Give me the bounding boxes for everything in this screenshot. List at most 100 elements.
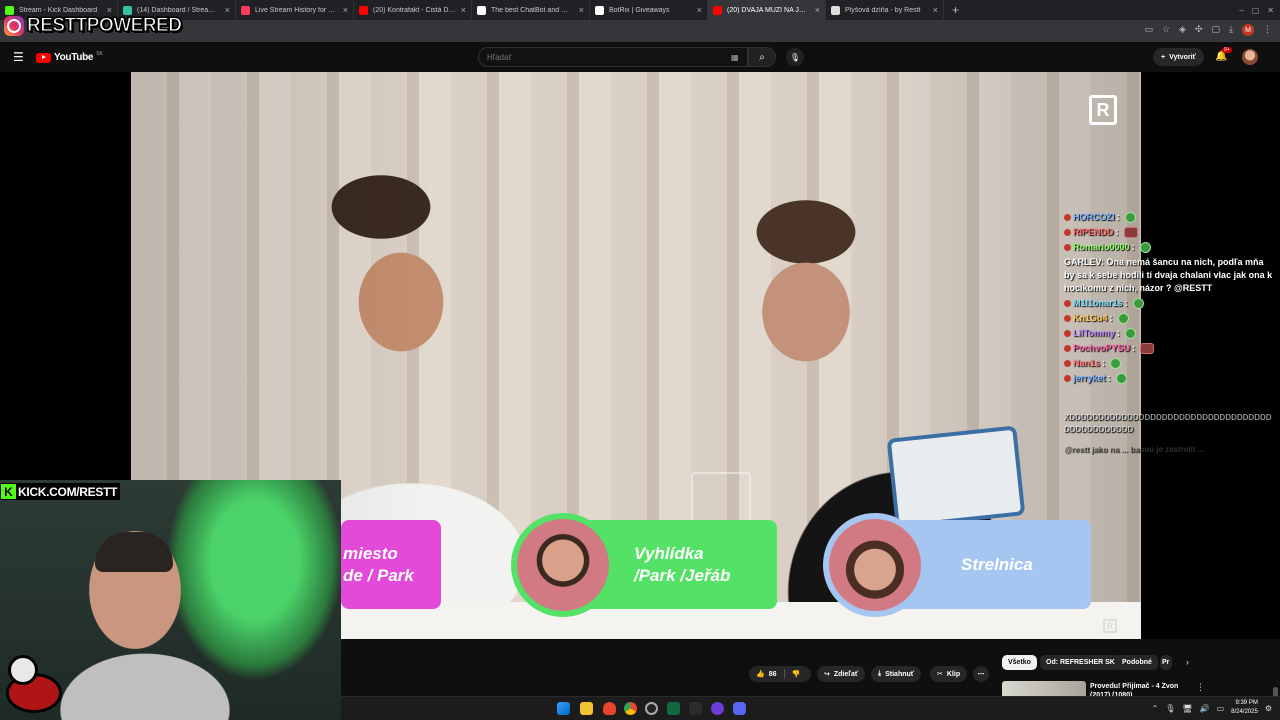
cast-icon[interactable]: ▭ bbox=[1144, 24, 1153, 36]
chat-emote-icon bbox=[1123, 227, 1138, 238]
tab-close-icon[interactable]: × bbox=[933, 5, 938, 15]
browser-tab[interactable]: (20) Kontrafakt - Čistá Duša × bbox=[354, 0, 472, 20]
clip-label: Klip bbox=[946, 670, 961, 678]
maximize-icon[interactable]: ▢ bbox=[1252, 6, 1260, 15]
instagram-icon bbox=[4, 16, 24, 36]
download-button[interactable]: ⤓ Stiahnuť bbox=[871, 666, 922, 682]
battery-icon[interactable]: ▭ bbox=[1217, 704, 1225, 713]
tab-close-icon[interactable]: × bbox=[107, 5, 112, 15]
volume-icon[interactable]: 🔊 bbox=[1200, 704, 1210, 713]
clip-button[interactable]: ✂ Klip bbox=[930, 666, 968, 682]
tab-favicon-icon bbox=[595, 5, 604, 15]
chat-badge-icon bbox=[1064, 244, 1071, 251]
chrome-icon[interactable] bbox=[624, 702, 637, 715]
new-tab-icon[interactable]: + bbox=[944, 3, 967, 17]
chat-spam-message: XDDDDDDDDDDDDDDDDDDDDDDDDDDDDDDDDDDDDDDD… bbox=[1064, 413, 1272, 434]
plus-icon: + bbox=[1161, 53, 1166, 61]
chat-line: Nan1s: bbox=[1064, 356, 1276, 371]
thumbs-down-icon[interactable]: 👎 bbox=[792, 670, 801, 678]
sidebar-icon[interactable]: ▢ bbox=[1212, 24, 1221, 36]
brave-browser-icon[interactable] bbox=[603, 702, 616, 715]
more-actions-button[interactable]: ⋯ bbox=[973, 666, 989, 682]
voice-search-button[interactable]: 🎙 bbox=[786, 48, 804, 66]
share-button[interactable]: ↪ Zdieľať bbox=[817, 666, 866, 682]
kebab-menu-icon[interactable]: ⋮ bbox=[1196, 682, 1205, 693]
tab-favicon-icon bbox=[831, 5, 840, 15]
tab-title: Plyšová dzíňa - by Restt bbox=[845, 6, 921, 14]
stream-overlay-brand: RESTTPOWERED bbox=[4, 15, 182, 37]
mascot-icon bbox=[2, 655, 64, 717]
window-controls: – ▢ ✕ bbox=[1239, 0, 1274, 20]
profile-avatar[interactable]: M bbox=[1242, 24, 1254, 36]
menu-icon[interactable]: ☰ bbox=[13, 50, 24, 64]
download-label: Stiahnuť bbox=[885, 670, 915, 678]
extensions-puzzle-icon[interactable]: ✣ bbox=[1195, 24, 1203, 36]
contestant-portrait bbox=[823, 513, 927, 617]
chip-all[interactable]: Všetko bbox=[1002, 655, 1037, 670]
app-icon[interactable] bbox=[711, 702, 724, 715]
more-icon: ⋯ bbox=[977, 671, 985, 678]
chat-username: Romario0000 bbox=[1073, 242, 1130, 252]
chat-line: PochvoPYSU: bbox=[1064, 341, 1276, 356]
chip-similar[interactable]: Podobné bbox=[1116, 655, 1158, 670]
minimize-icon[interactable]: – bbox=[1239, 6, 1243, 15]
youtube-logo[interactable]: YouTube SK bbox=[36, 51, 103, 63]
app-icon[interactable] bbox=[689, 702, 702, 715]
address-bar[interactable]: A-bSB ▭ ☆ ◈ ✣ ▢ ⤓ M ⋮ bbox=[0, 20, 1280, 42]
tab-close-icon[interactable]: × bbox=[343, 5, 348, 15]
tab-close-icon[interactable]: × bbox=[697, 5, 702, 15]
thumbs-up-icon[interactable]: 👍 bbox=[756, 670, 765, 678]
extension-icon[interactable]: ◈ bbox=[1179, 24, 1186, 36]
bookmark-star-icon[interactable]: ☆ bbox=[1162, 24, 1170, 36]
network-icon[interactable]: 🖥 bbox=[1182, 704, 1192, 713]
chip-more[interactable]: Pr bbox=[1160, 655, 1172, 670]
streamer-webcam: K KICK.COM/RESTT bbox=[0, 480, 341, 720]
video-tablet-prop bbox=[886, 425, 1026, 529]
chat-separator: : bbox=[1132, 343, 1136, 353]
location-card-line: miesto bbox=[343, 543, 398, 563]
search-button[interactable]: ⌕ bbox=[748, 47, 776, 67]
search-input[interactable] bbox=[478, 47, 748, 67]
tab-favicon-icon bbox=[477, 5, 486, 15]
chat-emote-icon bbox=[1115, 373, 1127, 384]
browser-tab[interactable]: Plyšová dzíňa - by Restt × bbox=[826, 0, 944, 20]
tab-favicon-icon bbox=[241, 5, 250, 15]
browser-tab[interactable]: (20) DVAJA MUŽI NA JEDNU × bbox=[708, 0, 826, 20]
file-explorer-icon[interactable] bbox=[580, 702, 593, 715]
account-avatar[interactable] bbox=[1242, 49, 1258, 65]
download-icon[interactable]: ⤓ bbox=[1229, 24, 1233, 36]
chat-line: Romario0000: bbox=[1064, 240, 1276, 255]
browser-tab[interactable]: Live Stream History for Blerp × bbox=[236, 0, 354, 20]
discord-icon[interactable] bbox=[733, 702, 746, 715]
chevron-up-icon[interactable]: ⌃ bbox=[1152, 704, 1159, 713]
tab-close-icon[interactable]: × bbox=[225, 5, 230, 15]
close-window-icon[interactable]: ✕ bbox=[1267, 6, 1274, 15]
chat-badge-icon bbox=[1064, 214, 1071, 221]
keyboard-icon[interactable]: ▦ bbox=[731, 53, 739, 62]
channel-watermark-icon[interactable]: R bbox=[1089, 95, 1117, 125]
browser-tab[interactable]: BotRix | Giveaways × bbox=[590, 0, 708, 20]
streamlabs-icon[interactable] bbox=[667, 702, 680, 715]
browser-tab[interactable]: The best ChatBot and Widgets × bbox=[472, 0, 590, 20]
tab-close-icon[interactable]: × bbox=[579, 5, 584, 15]
browser-menu-icon[interactable]: ⋮ bbox=[1263, 24, 1272, 36]
notification-center-icon[interactable]: ⚙ bbox=[1265, 704, 1272, 713]
youtube-wordmark: YouTube bbox=[54, 52, 94, 63]
microphone-tray-icon[interactable]: 🎙 bbox=[1165, 704, 1175, 713]
create-button[interactable]: + Vytvoriť bbox=[1153, 48, 1204, 66]
chat-username: GARLEV bbox=[1064, 257, 1102, 267]
tab-close-icon[interactable]: × bbox=[461, 5, 466, 15]
webcam-streamer bbox=[95, 532, 173, 572]
channel-branding-icon[interactable]: R bbox=[1103, 619, 1117, 633]
taskbar-clock[interactable]: 9:39 PM 8/24/2025 bbox=[1231, 699, 1258, 717]
windows-start-icon[interactable] bbox=[557, 702, 570, 715]
chevron-right-icon[interactable]: › bbox=[1186, 657, 1189, 667]
tab-close-icon[interactable]: × bbox=[815, 5, 820, 15]
tab-title: (14) Dashboard / Streamlabs bbox=[137, 6, 220, 14]
search-icon: ⌕ bbox=[759, 51, 765, 63]
like-dislike-group[interactable]: 👍 86 👎 bbox=[749, 666, 811, 682]
obs-icon[interactable] bbox=[645, 702, 658, 715]
chip-from-channel[interactable]: Od: REFRESHER SK bbox=[1040, 655, 1121, 670]
chat-username: Kn1Gu4 bbox=[1073, 313, 1108, 323]
like-count: 86 bbox=[768, 670, 777, 678]
